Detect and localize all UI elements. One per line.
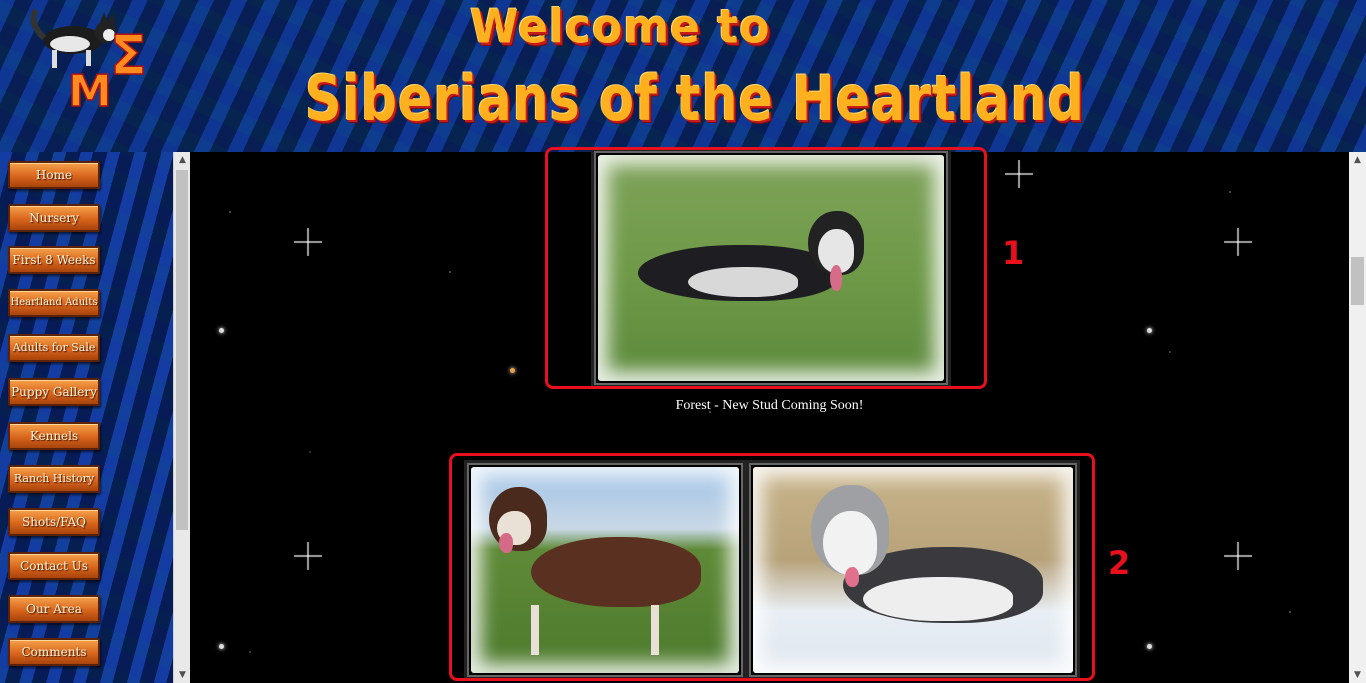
nav-first-8-weeks-button[interactable]: First 8 Weeks [8,246,100,274]
nav-comments-button[interactable]: Comments [8,638,100,666]
site-title: Siberians of the Heartland [305,62,1085,135]
star-decoration [219,644,224,649]
highlight-label-2: 2 [1108,544,1131,582]
nav-heartland-adults-button[interactable]: Heartland Adults [8,289,100,317]
welcome-title: Welcome to [470,0,771,55]
scroll-up-icon[interactable]: ▲ [174,152,191,168]
header-banner: Σ M Welcome to Siberians of the Heartlan… [0,0,1366,152]
sidebar-scroll-thumb[interactable] [176,170,188,530]
nav-nursery-button[interactable]: Nursery [8,204,100,232]
nav-home-button[interactable]: Home [8,161,100,189]
husky-logo-icon[interactable]: Σ M [18,2,168,112]
nav-puppy-gallery-button[interactable]: Puppy Gallery [8,378,100,406]
svg-text:M: M [68,66,112,112]
highlight-box-2 [449,453,1095,681]
nav-kennels-button[interactable]: Kennels [8,422,100,450]
sidebar-nav: Home Nursery First 8 Weeks Heartland Adu… [0,152,173,683]
star-decoration [510,368,515,373]
highlight-label-1: 1 [1002,234,1025,272]
scroll-up-icon[interactable]: ▲ [1349,152,1366,168]
sidebar-scrollbar[interactable]: ▲ ▼ [173,152,191,683]
star-decoration [294,542,322,570]
scroll-down-icon[interactable]: ▼ [174,667,191,683]
main-content: Forest - New Stud Coming Soon! 1 2 [190,147,1349,683]
nav-contact-us-button[interactable]: Contact Us [8,552,100,580]
main-scrollbar[interactable]: ▲ ▼ [1349,152,1366,683]
star-decoration [294,228,322,256]
nav-our-area-button[interactable]: Our Area [8,595,100,623]
star-decoration [1224,542,1252,570]
star-decoration [1005,160,1033,188]
star-decoration [1147,328,1152,333]
nav-ranch-history-button[interactable]: Ranch History [8,465,100,493]
nav-adults-for-sale-button[interactable]: Adults for Sale [8,334,100,362]
star-decoration [1224,228,1252,256]
highlight-box-1 [545,147,987,389]
star-decoration [1147,644,1152,649]
main-scroll-thumb[interactable] [1351,257,1364,305]
star-decoration [219,328,224,333]
nav-shots-faq-button[interactable]: Shots/FAQ [8,508,100,536]
photo-caption: Forest - New Stud Coming Soon! [675,398,864,413]
svg-text:Σ: Σ [110,24,147,87]
scroll-down-icon[interactable]: ▼ [1349,667,1366,683]
